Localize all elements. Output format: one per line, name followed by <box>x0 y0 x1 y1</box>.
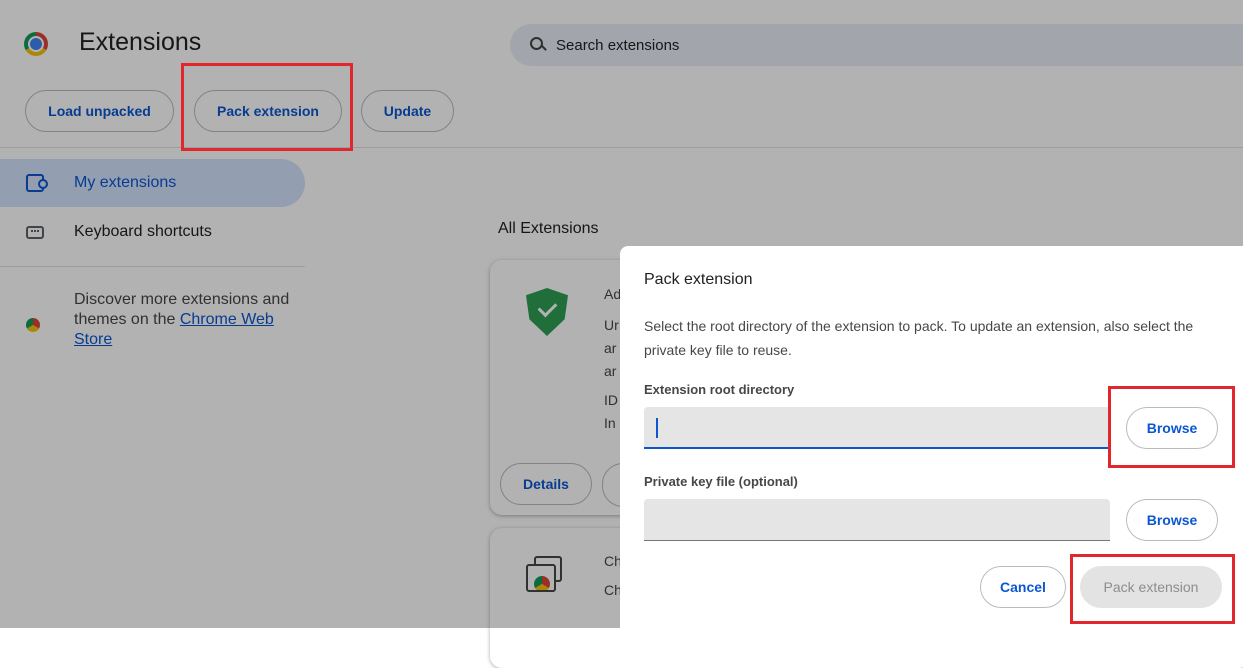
private-key-input[interactable] <box>644 499 1110 541</box>
pack-extension-confirm-button[interactable]: Pack extension <box>1080 566 1222 608</box>
root-directory-label: Extension root directory <box>644 382 795 397</box>
dialog-title: Pack extension <box>644 271 753 288</box>
cancel-button[interactable]: Cancel <box>980 566 1066 608</box>
pack-extension-dialog: Pack extension Select the root directory… <box>620 246 1243 628</box>
private-key-label: Private key file (optional) <box>644 474 798 489</box>
text-caret <box>656 418 658 438</box>
browse-root-button[interactable]: Browse <box>1126 407 1218 449</box>
root-directory-input[interactable] <box>644 407 1110 449</box>
browse-key-button[interactable]: Browse <box>1126 499 1218 541</box>
extensions-page: Extensions Load unpacked Pack extension … <box>0 0 1243 668</box>
dialog-description: Select the root directory of the extensi… <box>644 318 1194 358</box>
